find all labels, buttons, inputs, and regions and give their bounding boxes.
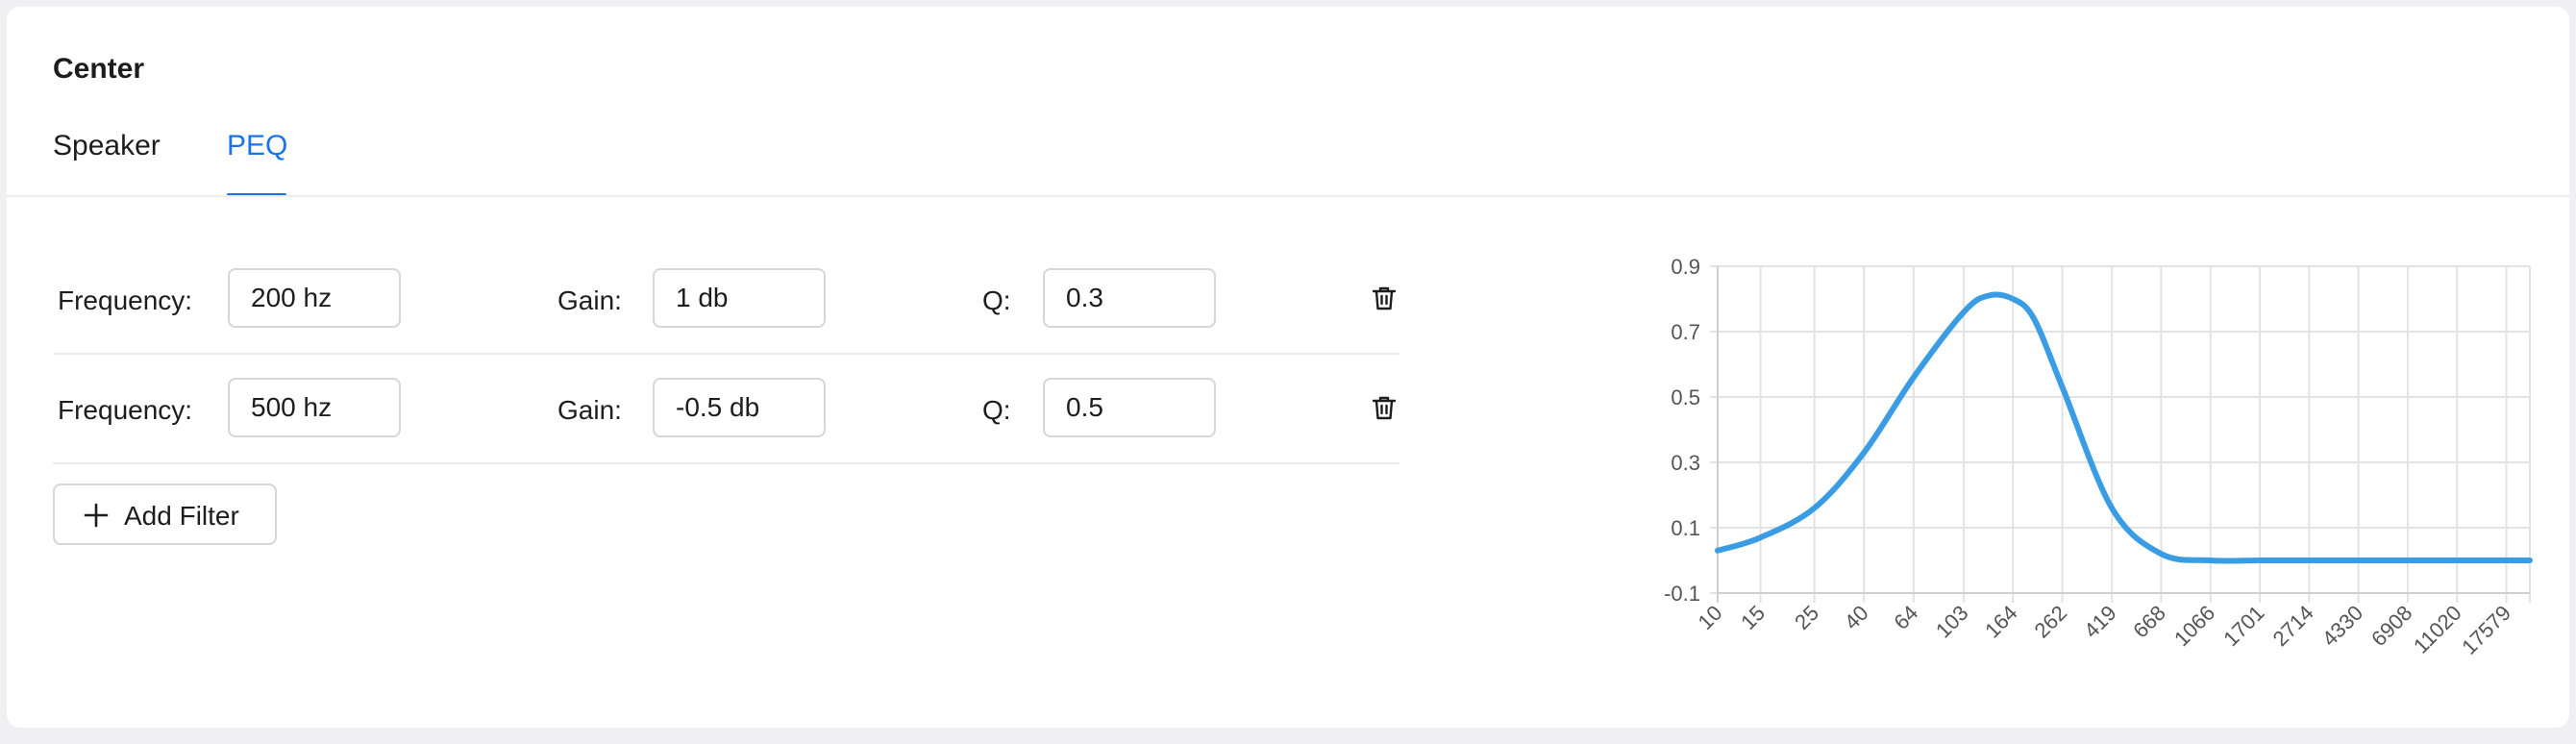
gain-label: Gain: bbox=[557, 395, 622, 425]
x-tick-label: 25 bbox=[1790, 601, 1823, 634]
y-tick-label: -0.1 bbox=[1664, 582, 1700, 606]
x-tick-label: 15 bbox=[1736, 601, 1770, 634]
filter-row: Frequency: Gain: Q: bbox=[53, 357, 1399, 464]
x-tick-label: 1701 bbox=[2218, 601, 2268, 651]
row-divider bbox=[53, 353, 1399, 355]
gain-input[interactable] bbox=[653, 378, 826, 437]
y-tick-label: 0.1 bbox=[1671, 516, 1700, 540]
q-label: Q: bbox=[982, 285, 1011, 315]
q-input[interactable] bbox=[1043, 378, 1216, 437]
add-filter-button[interactable]: Add Filter bbox=[53, 484, 277, 545]
tab-peq[interactable]: PEQ bbox=[227, 130, 287, 162]
eq-response-chart: 0.9 0.7 0.5 0.3 0.1 -0.110 15 25 40 64 103 164 262 41… bbox=[1664, 255, 2533, 659]
y-tick-label: 0.7 bbox=[1671, 320, 1700, 344]
tabs-divider bbox=[7, 195, 2569, 197]
x-tick-label: 11020 bbox=[2409, 601, 2466, 658]
x-tick-label: 103 bbox=[1931, 601, 1973, 643]
x-tick-label: 17579 bbox=[2457, 601, 2515, 659]
y-tick-label: 0.5 bbox=[1671, 385, 1700, 409]
peq-card: Center Speaker PEQ Frequency: Gain: Q: F… bbox=[7, 7, 2569, 728]
tab-speaker[interactable]: Speaker bbox=[53, 130, 161, 162]
filter-row: Frequency: Gain: Q: bbox=[53, 247, 1399, 355]
x-tick-label: 262 bbox=[2030, 601, 2072, 643]
frequency-label: Frequency: bbox=[58, 395, 193, 425]
q-input[interactable] bbox=[1043, 268, 1216, 328]
x-tick-label: 40 bbox=[1840, 601, 1873, 634]
frequency-input[interactable] bbox=[228, 378, 401, 437]
x-tick-label: 164 bbox=[1980, 601, 2022, 643]
x-tick-label: 4330 bbox=[2317, 601, 2367, 651]
x-tick-label: 1066 bbox=[2169, 601, 2219, 651]
x-tick-label: 6908 bbox=[2366, 601, 2416, 651]
trash-icon[interactable] bbox=[1370, 393, 1399, 422]
plus-icon bbox=[84, 503, 109, 528]
x-tick-label: 2714 bbox=[2268, 601, 2318, 651]
gain-input[interactable] bbox=[653, 268, 826, 328]
tab-bar: Speaker PEQ bbox=[7, 7, 2569, 199]
row-divider bbox=[53, 462, 1399, 464]
trash-icon[interactable] bbox=[1370, 284, 1399, 312]
x-tick-label: 668 bbox=[2128, 601, 2170, 643]
x-tick-label: 64 bbox=[1889, 601, 1922, 634]
y-tick-label: 0.9 bbox=[1671, 255, 1700, 279]
q-label: Q: bbox=[982, 395, 1011, 425]
x-tick-label: 10 bbox=[1694, 601, 1727, 634]
frequency-input[interactable] bbox=[228, 268, 401, 328]
frequency-label: Frequency: bbox=[58, 285, 193, 315]
y-tick-label: 0.3 bbox=[1671, 451, 1700, 475]
x-tick-label: 419 bbox=[2079, 601, 2121, 643]
gain-label: Gain: bbox=[557, 285, 622, 315]
add-filter-label: Add Filter bbox=[124, 501, 239, 531]
